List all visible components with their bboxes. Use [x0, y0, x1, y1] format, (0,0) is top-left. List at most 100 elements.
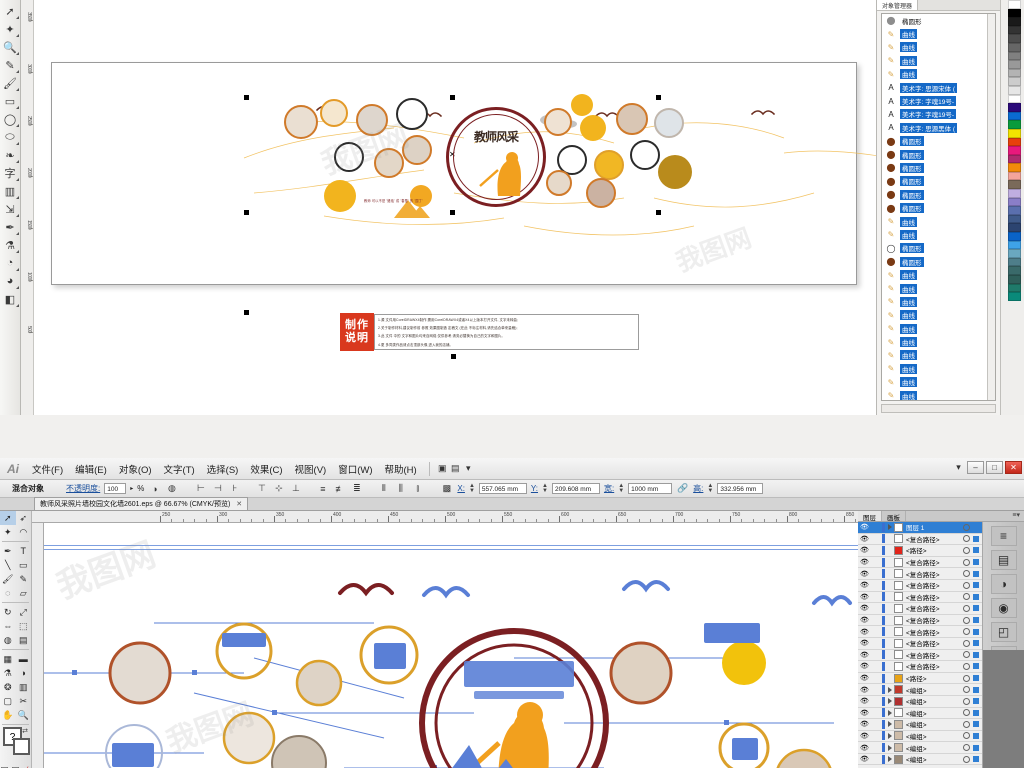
object-list-row[interactable]: ◯ 椭圆形: [882, 242, 995, 255]
window-controls[interactable]: ▾ – □ ✕: [952, 461, 1022, 474]
palette-swatch[interactable]: [1008, 0, 1021, 9]
palette-swatch[interactable]: [1008, 85, 1021, 95]
type-tool-icon[interactable]: T: [16, 544, 32, 558]
bridge-icon[interactable]: ▣: [436, 462, 449, 475]
align-top-icon[interactable]: ⊤: [255, 482, 268, 495]
y-stepper[interactable]: ▲ ▼: [542, 483, 548, 494]
layers-panel-tabs[interactable]: 图层 画板 ≡▾: [858, 511, 1024, 522]
palette-swatch[interactable]: [1008, 137, 1021, 147]
direct-selection-tool-icon[interactable]: ➶: [16, 511, 32, 525]
visibility-eye-icon[interactable]: 👁: [858, 628, 871, 636]
x-stepper[interactable]: ▲ ▼: [469, 483, 475, 494]
palette-swatch[interactable]: [1008, 25, 1021, 35]
graphic-styles-icon[interactable]: ◰: [990, 622, 1017, 642]
target-indicator[interactable]: [963, 686, 970, 694]
align-center-v-icon[interactable]: ⊹: [272, 482, 285, 495]
object-list-row[interactable]: ✎ 曲线: [882, 215, 995, 228]
coreldraw-canvas[interactable]: ✕ 教师风采 教师 可以不是 '蜡烛' 成 '春蚕' 的 '园丁' 制作 说明 …: [34, 0, 876, 415]
visibility-eye-icon[interactable]: 👁: [858, 535, 871, 543]
none-mode-icon[interactable]: ⁄: [22, 763, 31, 768]
palette-swatch[interactable]: [1008, 249, 1021, 258]
distribute-center-icon[interactable]: ⫼: [394, 482, 407, 495]
visibility-eye-icon[interactable]: 👁: [858, 651, 871, 659]
illustrator-canvas[interactable]: 我图网 我图网: [44, 523, 858, 768]
palette-swatch[interactable]: [1008, 77, 1021, 86]
palette-swatch[interactable]: [1008, 60, 1021, 69]
free-transform-tool-icon[interactable]: ⬚: [16, 619, 32, 633]
visibility-eye-icon[interactable]: 👁: [858, 744, 871, 752]
visibility-eye-icon[interactable]: 👁: [858, 662, 871, 670]
mesh-tool-icon[interactable]: ▦: [0, 652, 16, 666]
palette-swatch[interactable]: [1008, 189, 1021, 198]
disclosure-triangle-icon[interactable]: [888, 698, 892, 705]
object-list-row[interactable]: ✎ 曲线: [882, 282, 995, 295]
layer-row[interactable]: 👁 <编组>: [858, 696, 982, 708]
disclosure-triangle-icon[interactable]: [888, 756, 892, 763]
object-list-row[interactable]: ✎ 曲线: [882, 335, 995, 348]
layer-row[interactable]: 👁 <复合路径>: [858, 580, 982, 592]
target-indicator[interactable]: [963, 732, 970, 740]
selection-tool-icon[interactable]: ➚: [0, 511, 16, 525]
y-label[interactable]: Y:: [531, 484, 538, 493]
palette-swatch[interactable]: [1008, 240, 1021, 250]
target-indicator[interactable]: [963, 744, 970, 752]
layers-list[interactable]: 👁 图层 1 👁 <复合路径> 👁 <路径> 👁 <复合路径> 👁 <复合路径> 👁 <复合路径> 👁 <…: [858, 522, 982, 768]
close-button[interactable]: ✕: [1005, 461, 1022, 474]
distribute-left-icon[interactable]: ⦀: [377, 482, 390, 495]
line-segment-tool-icon[interactable]: ╲: [0, 558, 16, 572]
pick-tool-icon[interactable]: ➚: [1, 2, 20, 20]
object-list-hscrollbar[interactable]: [881, 404, 996, 413]
x-value[interactable]: 557.065 mm: [478, 483, 527, 494]
selection-square[interactable]: [973, 524, 979, 531]
disclosure-triangle-icon[interactable]: [888, 524, 892, 531]
chevron-down-icon[interactable]: ▾: [462, 462, 475, 475]
target-indicator[interactable]: [963, 570, 970, 578]
document-tab-close-icon[interactable]: ✕: [236, 501, 242, 508]
selection-square[interactable]: [973, 709, 979, 716]
object-list-row[interactable]: ✎ 曲线: [882, 295, 995, 308]
artboard-tool-icon[interactable]: ▢: [0, 694, 16, 708]
palette-swatch[interactable]: [1008, 180, 1021, 190]
freehand-tool-icon[interactable]: ✎: [1, 56, 20, 74]
object-list-row[interactable]: ⬤ 椭圆形: [882, 161, 995, 174]
selection-square[interactable]: [973, 535, 979, 542]
selection-square[interactable]: [973, 547, 979, 554]
selection-square[interactable]: [973, 640, 979, 647]
palette-swatch[interactable]: [1008, 42, 1021, 52]
target-indicator[interactable]: [963, 709, 970, 717]
palette-swatch[interactable]: [1008, 232, 1021, 241]
panel-icon-dock[interactable]: ≡ ▤ ◑ ◉ ◰ ▨ 🖌 ♣: [982, 522, 1024, 768]
smart-fill-tool-icon[interactable]: 🖌: [1, 74, 20, 92]
target-indicator[interactable]: [963, 674, 970, 682]
y-value[interactable]: 209.608 mm: [551, 483, 600, 494]
opacity-chevron-icon[interactable]: ▸: [130, 485, 133, 492]
palette-swatch[interactable]: [1008, 206, 1021, 215]
visibility-eye-icon[interactable]: 👁: [858, 697, 871, 705]
palette-swatch[interactable]: [1008, 128, 1021, 138]
object-list-row[interactable]: A 美术字: 思源宋体 (: [882, 81, 995, 94]
palette-swatch[interactable]: [1008, 146, 1021, 155]
eyedropper-tool-icon[interactable]: ⚗: [0, 666, 16, 680]
disclosure-triangle-icon[interactable]: [888, 721, 892, 728]
lock-proportions-icon[interactable]: 🔗: [676, 482, 689, 495]
object-list[interactable]: ⬤ 椭圆形 ✎ 曲线 ✎ 曲线 ✎ 曲线 ✎ 曲线 A 美术字: 思源宋体 (A 美术字: 字魂19号-…: [881, 13, 996, 401]
target-indicator[interactable]: [963, 628, 970, 636]
object-list-row[interactable]: ⬤ 椭圆形: [882, 188, 995, 201]
layer-row[interactable]: 👁 <复合路径>: [858, 661, 982, 673]
distribute-middle-icon[interactable]: ≢: [333, 482, 346, 495]
object-list-row[interactable]: ⬤ 椭圆形: [882, 135, 995, 148]
tab-artboards[interactable]: 画板: [882, 511, 906, 522]
visibility-eye-icon[interactable]: 👁: [858, 581, 871, 589]
basic-shapes-tool-icon[interactable]: ❧: [1, 146, 20, 164]
object-list-row[interactable]: ✎ 曲线: [882, 268, 995, 281]
ellipse-tool-icon[interactable]: ◯: [1, 110, 20, 128]
target-indicator[interactable]: [963, 535, 970, 543]
width-value[interactable]: 1000 mm: [628, 483, 673, 494]
selection-square[interactable]: [973, 605, 979, 612]
slice-tool-icon[interactable]: ✂: [16, 694, 32, 708]
object-list-row[interactable]: ✎ 曲线: [882, 322, 995, 335]
width-stepper[interactable]: ▲ ▼: [618, 483, 624, 494]
rotate-tool-icon[interactable]: ↻: [0, 605, 16, 619]
panel-menu-icon[interactable]: ≡▾: [1012, 511, 1024, 521]
menu-effect[interactable]: 效果(C): [244, 462, 288, 476]
